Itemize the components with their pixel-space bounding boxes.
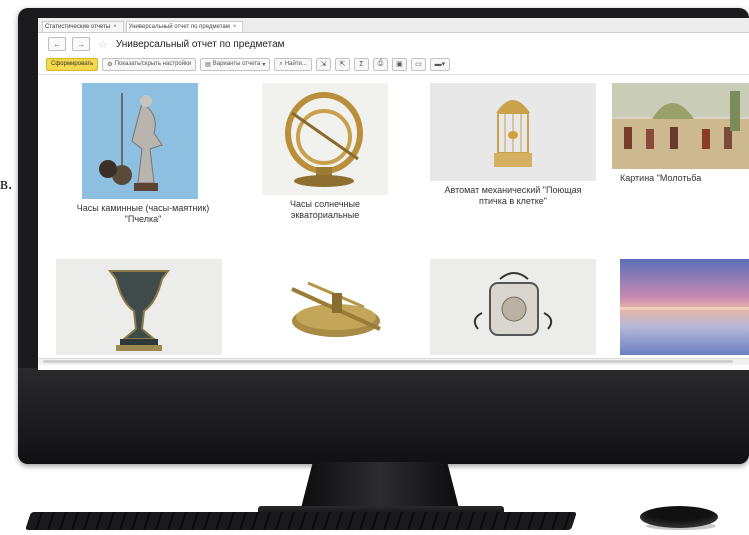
show-settings-label: Показать/скрыть настройки [114,61,192,67]
settings-icon: ⚙ [107,61,113,68]
scrollbar-thumb[interactable] [43,360,733,363]
mechanism-device-image [473,272,553,336]
screen: Статистические отчеты × Универсальный отч… [38,18,749,370]
show-settings-button[interactable]: ⚙ Показать/скрыть настройки [102,57,197,71]
generate-button[interactable]: Сформировать [46,57,99,71]
item-image [430,259,596,355]
tab-label: Статистические отчеты [45,24,111,30]
tab-universal-report[interactable]: Универсальный отчет по предметам × [125,21,244,32]
item-caption-line: Автомат механический "Поющая [444,185,582,195]
chevron-down-icon: ▾ [262,61,266,68]
close-icon[interactable]: × [113,24,117,30]
sundial-image [285,92,363,187]
print-icon[interactable]: ⎙ [372,57,388,71]
mouse [640,506,718,528]
save-icon[interactable]: ▭ [410,57,426,71]
pendulum-clock-image [99,93,163,191]
item-caption-line: "Пчелка" [124,214,162,224]
report-variants-button[interactable]: ▤ Варианты отчета ▾ [200,57,271,71]
monitor-stand [300,462,460,512]
tab-statistical-reports[interactable]: Статистические отчеты × [42,21,124,32]
item-image [82,83,198,199]
report-variants-label: Варианты отчета [212,61,261,67]
tab-bar: Статистические отчеты × Универсальный отч… [38,18,749,33]
search-icon: ⌕ [279,60,283,67]
page-title: Универсальный отчет по предметам [115,38,285,50]
expand-groups-icon[interactable]: ⇲ [315,57,331,71]
back-button[interactable]: ← [48,37,66,51]
close-icon[interactable]: × [233,24,237,30]
item-caption: Картина "Молотьба [620,173,749,184]
navigation-bar: ← → ☆ Универсальный отчет по предметам [38,33,749,55]
item-caption-line: Часы солнечные [290,199,360,209]
item-caption-line: экваториальные [290,210,360,220]
more-actions-icon[interactable]: ▬▾ [429,57,450,71]
forward-button[interactable]: → [72,37,90,51]
list-item[interactable] [620,259,749,355]
sum-icon[interactable]: Σ [353,57,369,71]
stray-text: в. [0,174,13,193]
find-label: Найти... [284,61,307,67]
vase-image [108,270,170,351]
list-item[interactable] [252,259,418,355]
item-image [262,83,388,195]
item-caption: Часы каминные (часы-маятник) "Пчелка" [48,203,238,225]
report-grid: Часы каминные (часы-маятник) "Пчелка" Ча… [38,74,749,365]
sunset-reflection-image [620,307,749,310]
item-image [430,83,596,181]
item-image [612,83,749,169]
variants-icon: ▤ [205,61,211,68]
item-image [56,259,222,355]
find-button[interactable]: ⌕ Найти... [274,57,312,71]
item-caption-line: птичка в клетке" [479,196,547,206]
toolbar: Сформировать ⚙ Показать/скрыть настройки … [38,55,749,73]
item-caption: Автомат механический "Поющая птичка в кл… [426,185,600,207]
list-item[interactable] [56,259,222,355]
keyboard [25,512,577,530]
list-item[interactable]: Картина "Молотьба [612,83,749,184]
painting-threshing-image [612,83,749,169]
star-icon[interactable]: ☆ [98,38,108,51]
item-caption-line: Картина "Молотьба [620,173,702,183]
list-item[interactable]: Часы солнечные экваториальные [238,83,418,221]
list-item[interactable] [430,259,596,355]
horizontal-scrollbar[interactable] [38,358,749,365]
item-image [252,259,418,355]
list-item[interactable]: Часы каминные (часы-маятник) "Пчелка" [48,83,238,225]
item-caption-line: Часы каминные (часы-маятник) [76,203,210,213]
item-caption: Часы солнечные экваториальные [262,199,388,221]
item-image [620,259,749,355]
tab-label: Универсальный отчет по предметам [128,24,230,30]
preview-icon[interactable]: ▣ [391,57,407,71]
collapse-groups-icon[interactable]: ⇱ [334,57,350,71]
monitor-chin [18,368,749,464]
astrolabe-image [291,281,381,337]
list-item[interactable]: Автомат механический "Поющая птичка в кл… [420,83,600,207]
bird-cage-automaton-image [494,100,532,167]
